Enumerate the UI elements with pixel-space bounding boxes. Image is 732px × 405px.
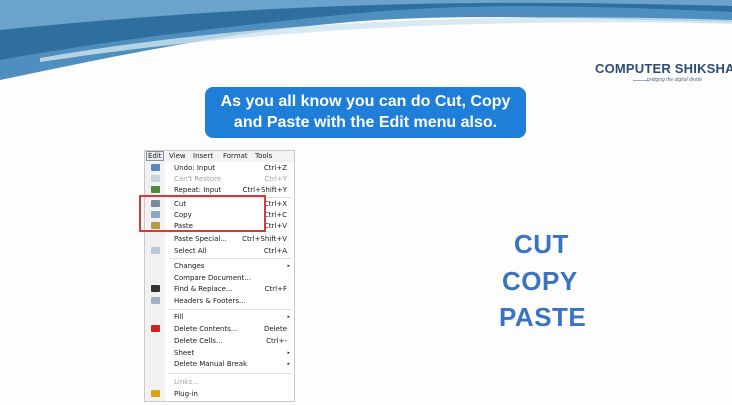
menu-item-shortcut: Ctrl+Y xyxy=(264,175,287,183)
menu-item-label: Delete Cells... xyxy=(174,337,223,345)
submenu-arrow-icon: ▸ xyxy=(287,350,290,356)
menu-item-select-all[interactable]: Select All Ctrl+A xyxy=(145,246,294,256)
big-word-paste: PASTE xyxy=(499,302,587,332)
logo-text: COMPUTER SHIKSHA xyxy=(595,61,732,76)
menu-item-label: Headers & Footers... xyxy=(174,297,246,305)
menu-item-label: Undo: Input xyxy=(174,164,215,172)
menu-item-find-replace[interactable]: Find & Replace... Ctrl+F xyxy=(145,284,294,294)
banner-line-2: and Paste with the Edit menu also. xyxy=(233,114,498,131)
menu-item-delete-cells[interactable]: Delete Cells... Ctrl+- xyxy=(145,336,294,346)
menu-item-label: Find & Replace... xyxy=(174,285,233,293)
menu-item-shortcut: Ctrl+Shift+V xyxy=(242,235,287,243)
menu-item-shortcut: Ctrl+- xyxy=(266,337,287,345)
submenu-arrow-icon: ▸ xyxy=(287,263,290,269)
menu-item-links[interactable]: Links... xyxy=(145,377,294,387)
menu-item-plug-in[interactable]: Plug-in xyxy=(145,389,294,399)
cut-copy-paste-highlight xyxy=(139,195,266,232)
menu-item-undo-input[interactable]: Undo: Input Ctrl+Z xyxy=(145,163,294,173)
menubar-tools[interactable]: Tools xyxy=(255,152,272,160)
menu-item-shortcut: Ctrl+F xyxy=(264,285,287,293)
menu-item-shortcut: Ctrl+V xyxy=(263,222,287,230)
menu-item-label: Delete Contents... xyxy=(174,325,238,333)
menu-item-label: Fill xyxy=(174,313,184,321)
menu-item-label: Links... xyxy=(174,378,199,386)
plugin-icon xyxy=(151,390,160,397)
edit-menu-screenshot: Edit View Insert Format Tools Undo: Inpu… xyxy=(144,150,295,402)
menu-item-shortcut: Ctrl+X xyxy=(263,200,287,208)
menu-item-label: Changes xyxy=(174,262,205,270)
repeat-icon xyxy=(151,186,160,193)
menu-item-shortcut: Ctrl+Shift+Y xyxy=(242,186,287,194)
logo-tagline: bridging the digital divide xyxy=(647,77,703,83)
submenu-arrow-icon: ▸ xyxy=(287,361,290,367)
delete-x-icon xyxy=(151,325,160,332)
menu-item-shortcut: Ctrl+Z xyxy=(263,164,287,172)
menu-item-label: Repeat: Input xyxy=(174,186,222,194)
menubar-insert[interactable]: Insert xyxy=(193,152,213,160)
menu-item-imagemap[interactable]: ImageMap xyxy=(145,401,295,402)
menu-item-label: Paste Special... xyxy=(174,235,228,243)
title-banner: As you all know you can do Cut, Copy and… xyxy=(205,87,526,138)
banner-line-1: As you all know you can do Cut, Copy xyxy=(220,93,511,110)
submenu-arrow-icon: ▸ xyxy=(287,314,290,320)
menu-item-label: Compare Document... xyxy=(174,274,251,282)
big-word-cut: CUT xyxy=(514,229,569,259)
menubar-view[interactable]: View xyxy=(169,152,186,160)
menu-item-delete-contents[interactable]: Delete Contents... Delete xyxy=(145,324,294,334)
company-logo: COMPUTER SHIKSHA bridging the digital di… xyxy=(595,61,732,91)
select-all-icon xyxy=(151,247,160,254)
binoculars-icon xyxy=(151,285,160,292)
menu-item-shortcut: Delete xyxy=(264,325,287,333)
menu-item-label: ImageMap xyxy=(174,401,211,402)
menubar-edit[interactable]: Edit xyxy=(146,151,164,161)
menu-item-label: Plug-in xyxy=(174,390,198,398)
menubar-format[interactable]: Format xyxy=(223,152,248,160)
menu-item-shortcut: Ctrl+C xyxy=(263,211,287,219)
menu-item-compare-document[interactable]: Compare Document... xyxy=(145,273,294,283)
menu-item-shortcut: Ctrl+A xyxy=(263,247,287,255)
menu-separator xyxy=(169,373,291,374)
menu-item-sheet[interactable]: Sheet ▸ xyxy=(145,348,294,358)
menu-bar: Edit View Insert Format Tools xyxy=(145,151,294,162)
menu-item-repeat-input[interactable]: Repeat: Input Ctrl+Shift+Y xyxy=(145,185,294,195)
header-footer-icon xyxy=(151,297,160,304)
menu-item-paste-special[interactable]: Paste Special... Ctrl+Shift+V xyxy=(145,234,294,244)
menu-item-can-t-restore[interactable]: Can't Restore Ctrl+Y xyxy=(145,174,294,184)
menu-separator xyxy=(169,258,291,259)
menu-item-delete-manual-break[interactable]: Delete Manual Break ▸ xyxy=(145,359,294,369)
menu-item-changes[interactable]: Changes ▸ xyxy=(145,261,294,271)
redo-icon xyxy=(151,175,160,182)
menu-separator xyxy=(169,309,291,310)
menu-item-label: Can't Restore xyxy=(174,175,222,183)
menu-item-fill[interactable]: Fill ▸ xyxy=(145,312,294,322)
big-word-copy: COPY xyxy=(502,266,578,296)
undo-icon xyxy=(151,164,160,171)
menu-item-label: Select All xyxy=(174,247,207,255)
slide-background: COMPUTER SHIKSHA bridging the digital di… xyxy=(0,0,732,405)
menu-item-headers-footers[interactable]: Headers & Footers... xyxy=(145,296,294,306)
menu-item-label: Delete Manual Break xyxy=(174,360,248,368)
menu-item-label: Sheet xyxy=(174,349,195,357)
